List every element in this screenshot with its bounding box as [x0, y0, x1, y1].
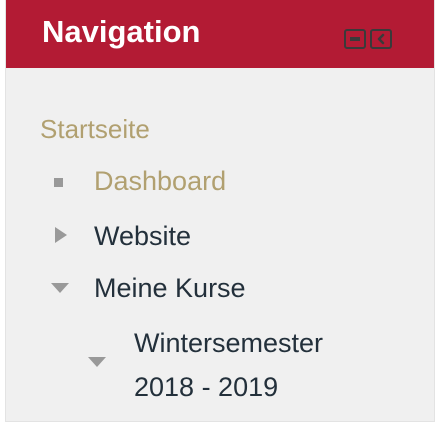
- nav-item-website-label[interactable]: Website: [94, 219, 191, 253]
- semester-label-line2: 2018 - 2019: [134, 372, 279, 402]
- navigation-block: Navigation Startseite Dashboard Website …: [5, 0, 435, 422]
- semester-label-line1: Wintersemester: [134, 328, 324, 358]
- block-header: Navigation: [6, 0, 434, 68]
- triangle-right-icon[interactable]: [55, 227, 67, 243]
- collapse-block-button[interactable]: [344, 29, 366, 49]
- semester-triangle-down-icon[interactable]: [88, 357, 106, 367]
- triangle-down-icon[interactable]: [51, 283, 69, 293]
- block-title: Navigation: [42, 14, 201, 49]
- dock-left-icon: [377, 33, 385, 45]
- nav-item-dashboard-label[interactable]: Dashboard: [94, 164, 226, 198]
- navigation-tree: Startseite Dashboard Website Meine Kurse…: [6, 68, 434, 422]
- dock-block-button[interactable]: [370, 29, 392, 49]
- bullet-square-icon: [54, 178, 63, 187]
- nav-item-wintersemester[interactable]: Wintersemester 2018 - 2019: [134, 321, 394, 409]
- nav-item-startseite[interactable]: Startseite: [40, 112, 150, 146]
- nav-item-meine-kurse-label[interactable]: Meine Kurse: [94, 271, 246, 305]
- minus-square-icon: [350, 37, 360, 41]
